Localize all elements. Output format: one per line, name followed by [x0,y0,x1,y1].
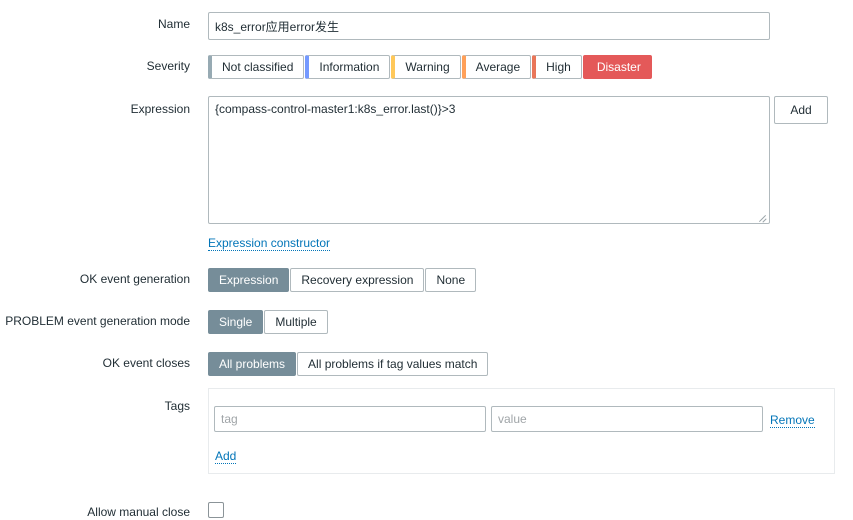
ok-event-generation-option-expression[interactable]: Expression [208,268,290,292]
expression-constructor-link[interactable]: Expression constructor [208,236,331,251]
resize-handle-icon[interactable] [756,210,768,223]
severity-option-warning[interactable]: Warning [391,55,461,79]
severity-label: Severity [146,59,190,73]
ok-event-generation-button-group[interactable]: Expression Recovery expression None [208,268,477,292]
ok-event-generation-label: OK event generation [79,272,190,286]
problem-event-generation-mode-option-single[interactable]: Single [208,310,264,334]
expression-value: {compass-control-master1:k8s_error.last(… [215,102,456,116]
expression-add-button[interactable]: Add [774,96,828,124]
tag-name-input[interactable] [214,406,486,432]
severity-option-disaster[interactable]: Disaster [582,55,652,79]
name-input[interactable] [208,12,770,40]
expression-textarea[interactable]: {compass-control-master1:k8s_error.last(… [208,96,770,224]
expression-label: Expression [130,102,190,116]
tags-container: Remove Add [208,388,835,474]
problem-event-generation-mode-option-multiple[interactable]: Multiple [264,310,328,334]
tag-value-input[interactable] [491,406,763,432]
tag-remove-link[interactable]: Remove [770,413,815,428]
severity-button-group[interactable]: Not classified Information Warning Avera… [208,55,653,79]
severity-option-information[interactable]: Information [305,55,391,79]
severity-option-high[interactable]: High [532,55,582,79]
ok-event-closes-label: OK event closes [102,356,190,370]
ok-event-closes-option-all-problems-if-tag-values-match[interactable]: All problems if tag values match [297,352,489,376]
tag-add-link[interactable]: Add [215,449,237,464]
ok-event-generation-option-recovery-expression[interactable]: Recovery expression [290,268,425,292]
name-label: Name [157,17,190,31]
allow-manual-close-label: Allow manual close [87,505,190,519]
ok-event-closes-button-group[interactable]: All problems All problems if tag values … [208,352,489,376]
ok-event-generation-option-none[interactable]: None [425,268,477,292]
ok-event-closes-option-all-problems[interactable]: All problems [208,352,297,376]
tags-label: Tags [164,399,190,413]
severity-option-not-classified[interactable]: Not classified [208,55,305,79]
allow-manual-close-checkbox[interactable] [208,502,224,518]
problem-event-generation-mode-label: PROBLEM event generation mode [5,314,190,328]
severity-option-average[interactable]: Average [461,55,532,79]
problem-event-generation-mode-button-group[interactable]: Single Multiple [208,310,329,334]
